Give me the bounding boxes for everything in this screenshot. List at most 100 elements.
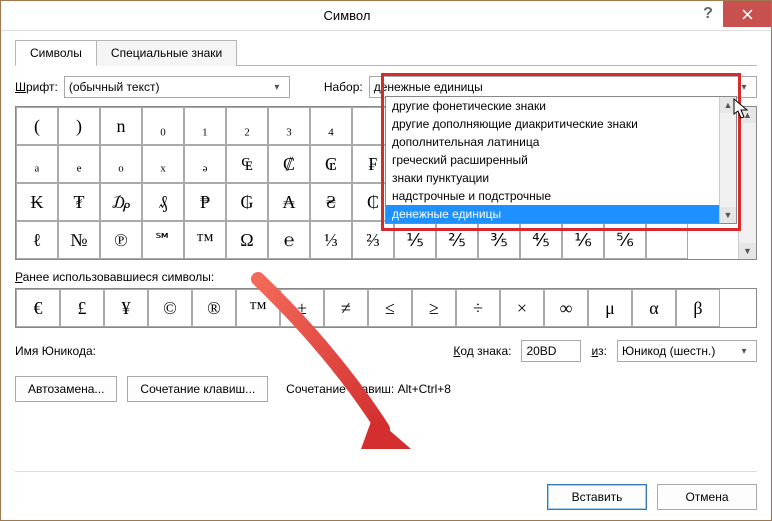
cancel-button[interactable]: Отмена bbox=[657, 484, 757, 510]
recent-symbol-cell[interactable]: ® bbox=[192, 289, 236, 327]
symbol-cell[interactable]: ℓ bbox=[16, 221, 58, 259]
symbol-cell[interactable]: ₴ bbox=[310, 183, 352, 221]
symbol-cell[interactable]: № bbox=[58, 221, 100, 259]
symbol-cell[interactable]: ₁ bbox=[184, 107, 226, 145]
symbol-cell[interactable]: ₳ bbox=[268, 183, 310, 221]
recent-symbol-cell[interactable]: ≤ bbox=[368, 289, 412, 327]
symbol-cell[interactable]: ⅚ bbox=[604, 221, 646, 259]
symbol-cell[interactable]: ⅕ bbox=[394, 221, 436, 259]
recent-symbol-cell[interactable]: ™ bbox=[236, 289, 280, 327]
symbol-cell[interactable]: ₒ bbox=[100, 145, 142, 183]
set-option[interactable]: денежные единицы bbox=[386, 205, 736, 223]
set-option[interactable]: греческий расширенный bbox=[386, 151, 736, 169]
symbol-dialog: Символ ? Символы Специальные знаки Шрифт… bbox=[0, 0, 772, 521]
recent-symbol-cell[interactable]: © bbox=[148, 289, 192, 327]
symbol-cell[interactable]: ⅔ bbox=[352, 221, 394, 259]
set-option[interactable]: надстрочные и подстрочные bbox=[386, 187, 736, 205]
symbol-cell[interactable]: ₯ bbox=[100, 183, 142, 221]
recent-symbol-cell[interactable]: α bbox=[632, 289, 676, 327]
symbol-cell[interactable]: ⅖ bbox=[436, 221, 478, 259]
symbol-cell[interactable]: Ω bbox=[226, 221, 268, 259]
symbol-cell[interactable]: ℠ bbox=[142, 221, 184, 259]
symbol-cell[interactable]: ₱ bbox=[184, 183, 226, 221]
close-icon bbox=[742, 9, 753, 20]
recent-symbol-cell[interactable]: ± bbox=[280, 289, 324, 327]
shortcut-display: Сочетание клавиш: Alt+Ctrl+8 bbox=[286, 382, 451, 396]
symbol-cell[interactable]: ₡ bbox=[268, 145, 310, 183]
symbol-cell[interactable]: ⅙ bbox=[562, 221, 604, 259]
code-label: Код знака: bbox=[453, 344, 511, 358]
symbol-cell[interactable]: ℮ bbox=[268, 221, 310, 259]
symbol-cell[interactable]: n bbox=[100, 107, 142, 145]
set-option[interactable]: другие фонетические знаки bbox=[386, 97, 736, 115]
symbol-cell[interactable]: ₃ bbox=[268, 107, 310, 145]
symbol-cell[interactable]: ℗ bbox=[100, 221, 142, 259]
scroll-up-icon[interactable]: ▲ bbox=[720, 97, 736, 113]
symbol-cell[interactable]: ₀ bbox=[142, 107, 184, 145]
from-dropdown[interactable]: Юникод (шестн.) ▾ bbox=[617, 340, 757, 362]
from-label: из: bbox=[591, 344, 607, 358]
symbol-cell[interactable]: ₭ bbox=[16, 183, 58, 221]
recent-symbol-cell[interactable]: £ bbox=[60, 289, 104, 327]
recent-symbol-cell[interactable]: ≠ bbox=[324, 289, 368, 327]
symbol-cell[interactable]: ™ bbox=[184, 221, 226, 259]
symbol-cell[interactable]: ₂ bbox=[226, 107, 268, 145]
font-value: (обычный текст) bbox=[69, 80, 269, 94]
symbol-cell[interactable]: ₐ bbox=[16, 145, 58, 183]
code-input[interactable]: 20BD bbox=[521, 340, 581, 362]
scroll-up-icon[interactable]: ▲ bbox=[739, 107, 756, 123]
set-option[interactable]: дополнительная латиница bbox=[386, 133, 736, 151]
from-value: Юникод (шестн.) bbox=[622, 344, 736, 358]
symbol-cell[interactable]: ⅗ bbox=[478, 221, 520, 259]
symbol-cell[interactable]: ₓ bbox=[142, 145, 184, 183]
symbol-cell[interactable]: ₢ bbox=[310, 145, 352, 183]
recent-symbol-cell[interactable]: ¥ bbox=[104, 289, 148, 327]
symbol-cell[interactable]: ₠ bbox=[226, 145, 268, 183]
recent-symbol-cell[interactable]: β bbox=[676, 289, 720, 327]
symbol-cell[interactable]: ( bbox=[16, 107, 58, 145]
set-option[interactable]: знаки пунктуации bbox=[386, 169, 736, 187]
divider bbox=[15, 471, 757, 472]
window-title: Символ bbox=[1, 8, 693, 23]
symbol-cell[interactable] bbox=[646, 221, 688, 259]
symbol-cell[interactable]: ₰ bbox=[142, 183, 184, 221]
titlebar: Символ ? bbox=[1, 1, 771, 31]
symbol-cell[interactable]: ₮ bbox=[58, 183, 100, 221]
unicode-name-label: Имя Юникода: bbox=[15, 344, 443, 358]
chevron-down-icon: ▾ bbox=[269, 82, 285, 93]
recent-label: Ранее использовавшиеся символы: bbox=[15, 270, 757, 284]
recent-symbol-cell[interactable]: μ bbox=[588, 289, 632, 327]
recent-symbol-cell[interactable]: € bbox=[16, 289, 60, 327]
set-value: денежные единицы bbox=[374, 80, 736, 94]
scroll-down-icon[interactable]: ▼ bbox=[739, 243, 756, 259]
autocorrect-button[interactable]: Автозамена... bbox=[15, 376, 117, 402]
grid-scrollbar[interactable]: ▲ ▼ bbox=[738, 107, 756, 259]
set-dropdown-list[interactable]: ▲ ▼ другие фонетические знакидругие допо… bbox=[385, 96, 737, 224]
recent-symbol-cell[interactable]: ≥ bbox=[412, 289, 456, 327]
symbol-cell[interactable]: ₲ bbox=[226, 183, 268, 221]
tab-special[interactable]: Специальные знаки bbox=[96, 40, 237, 66]
insert-button[interactable]: Вставить bbox=[547, 484, 647, 510]
symbol-cell[interactable]: ₄ bbox=[310, 107, 352, 145]
symbol-cell[interactable]: ⅓ bbox=[310, 221, 352, 259]
tab-symbols[interactable]: Символы bbox=[15, 40, 97, 66]
close-button[interactable] bbox=[723, 1, 771, 27]
symbol-cell[interactable]: ) bbox=[58, 107, 100, 145]
help-button[interactable]: ? bbox=[693, 1, 723, 27]
symbol-cell[interactable]: ₑ bbox=[58, 145, 100, 183]
scroll-down-icon[interactable]: ▼ bbox=[720, 207, 736, 223]
recent-grid: €£¥©®™±≠≤≥÷×∞μαβ bbox=[15, 288, 757, 328]
recent-symbol-cell[interactable]: ∞ bbox=[544, 289, 588, 327]
shortcut-key-button[interactable]: Сочетание клавиш... bbox=[127, 376, 268, 402]
recent-symbol-cell[interactable]: × bbox=[500, 289, 544, 327]
recent-symbol-cell[interactable]: ÷ bbox=[456, 289, 500, 327]
symbol-cell[interactable]: ₔ bbox=[184, 145, 226, 183]
chevron-down-icon: ▾ bbox=[736, 346, 752, 357]
font-dropdown[interactable]: (обычный текст) ▾ bbox=[64, 76, 290, 98]
dropdown-scrollbar[interactable]: ▲ ▼ bbox=[719, 97, 736, 223]
symbol-cell[interactable]: ⅘ bbox=[520, 221, 562, 259]
set-option[interactable]: другие дополняющие диакритические знаки bbox=[386, 115, 736, 133]
set-label: Набор: bbox=[324, 80, 363, 94]
set-dropdown[interactable]: денежные единицы ▾ bbox=[369, 76, 757, 98]
tab-bar: Символы Специальные знаки bbox=[15, 39, 757, 66]
